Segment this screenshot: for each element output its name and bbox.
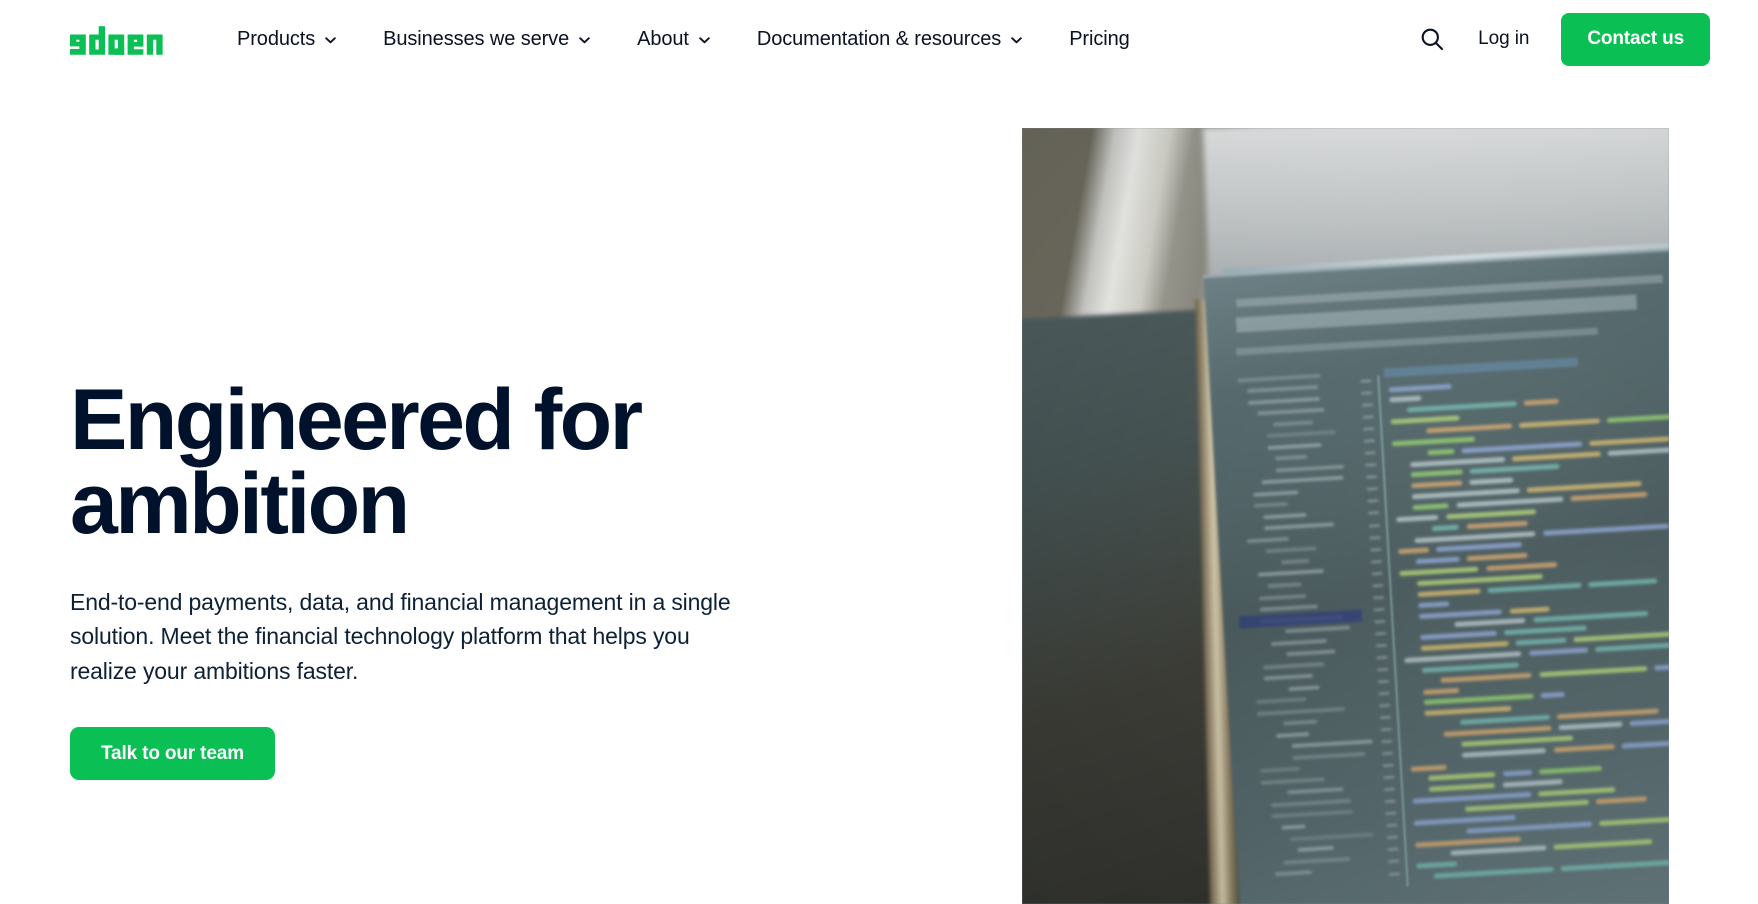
hero-title-line-1: Engineered for	[70, 372, 643, 468]
header-actions: Log in Contact us	[1410, 0, 1710, 78]
nav-item-label: Documentation & resources	[756, 28, 1002, 50]
page-title: Engineered for ambition	[70, 377, 860, 547]
main-navigation: Products Businesses we serve About Docum…	[214, 21, 1153, 57]
contact-us-button[interactable]: Contact us	[1561, 12, 1710, 66]
hero-copy: Engineered for ambition End-to-end payme…	[70, 377, 860, 781]
nav-item-about[interactable]: About	[614, 21, 734, 57]
hero-subtitle: End-to-end payments, data, and financial…	[70, 588, 731, 685]
site-header: Products Businesses we serve About Docum…	[0, 0, 1758, 78]
chevron-down-icon	[578, 34, 591, 47]
hero-image	[1022, 128, 1669, 904]
chevron-down-icon	[698, 34, 711, 47]
hero-section: Engineered for ambition End-to-end payme…	[0, 78, 1758, 904]
photo-blur-overlay	[1022, 128, 1669, 904]
nav-item-label: About	[637, 28, 689, 50]
search-icon	[1418, 25, 1446, 53]
nav-item-label: Pricing	[1069, 28, 1130, 50]
chevron-down-icon	[1010, 34, 1023, 47]
nav-item-businesses-we-serve[interactable]: Businesses we serve	[360, 21, 614, 57]
adyen-logo-icon	[70, 26, 163, 55]
adyen-logo[interactable]	[70, 17, 176, 61]
nav-item-pricing[interactable]: Pricing	[1046, 21, 1152, 57]
hero-photo-composition	[1022, 128, 1669, 904]
talk-to-our-team-button[interactable]: Talk to our team	[70, 727, 275, 781]
chevron-down-icon	[324, 34, 337, 47]
search-button[interactable]	[1410, 17, 1454, 61]
login-link[interactable]: Log in	[1454, 20, 1551, 58]
page-root: Products Businesses we serve About Docum…	[0, 0, 1758, 904]
nav-item-label: Businesses we serve	[383, 28, 570, 50]
nav-item-documentation-resources[interactable]: Documentation & resources	[734, 21, 1046, 57]
nav-item-products[interactable]: Products	[214, 21, 360, 57]
hero-title-line-2: ambition	[70, 456, 410, 553]
nav-item-label: Products	[237, 28, 316, 50]
